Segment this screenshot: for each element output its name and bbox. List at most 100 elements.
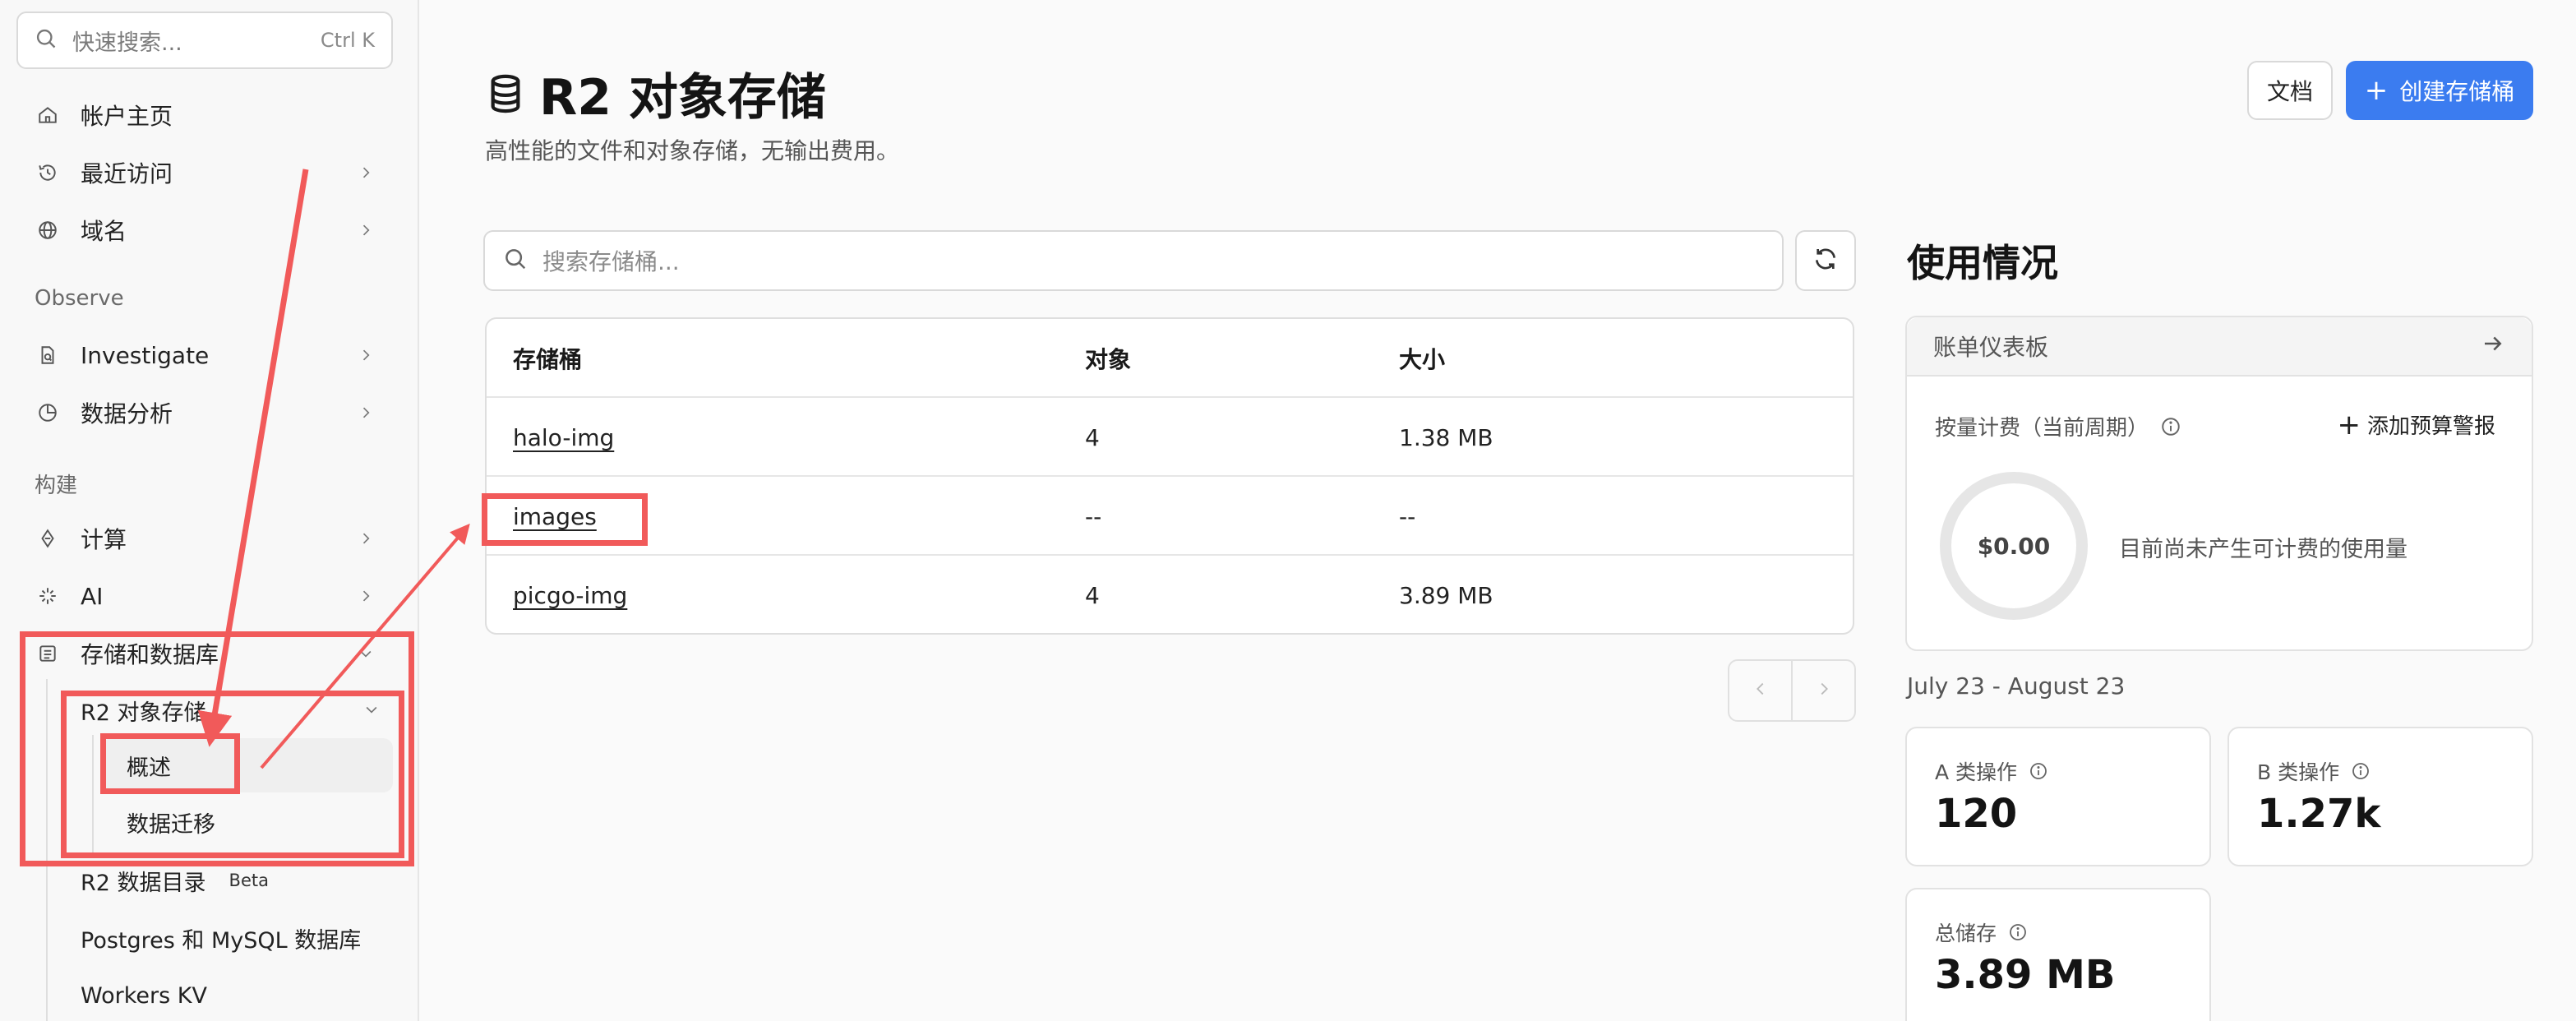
docs-button[interactable]: 文档	[2247, 61, 2333, 120]
stat-card-total-storage: 总储存 3.89 MB	[1905, 888, 2211, 1021]
section-label-build: 构建	[35, 474, 78, 498]
chevron-right-icon	[353, 584, 378, 608]
search-icon	[35, 27, 58, 53]
sidebar-item-label: Postgres 和 MySQL 数据库	[81, 927, 362, 954]
shortcut-hint: Ctrl K	[320, 29, 375, 52]
arrow-right-icon	[2481, 331, 2505, 362]
database-icon	[487, 73, 524, 114]
info-icon[interactable]	[2160, 416, 2181, 437]
sidebar-item-label: 帐户主页	[81, 103, 173, 130]
sidebar-item-ai[interactable]: AI	[33, 573, 378, 619]
sidebar-item-label: 计算	[81, 526, 127, 553]
bucket-objects: --	[1085, 502, 1102, 530]
beta-badge: Beta	[229, 871, 269, 890]
diamond-icon	[33, 524, 62, 553]
bucket-search-placeholder: 搜索存储桶...	[542, 248, 680, 275]
sidebar-item-label: Investigate	[81, 341, 210, 369]
chevron-right-icon	[1815, 680, 1833, 701]
usage-ring: $0.00	[1940, 472, 2088, 620]
home-icon	[33, 100, 62, 130]
pagination	[1728, 659, 1856, 722]
billing-subtitle: 按量计费（当前周期）	[1935, 411, 2181, 441]
sidebar-item-label: 最近访问	[81, 160, 173, 187]
annotation-box-overview	[100, 733, 240, 794]
chevron-right-icon	[353, 400, 378, 425]
table-row[interactable]: halo-img 4 1.38 MB	[487, 398, 1853, 477]
billing-period: July 23 - August 23	[1907, 672, 2126, 700]
stat-value: 3.89 MB	[1935, 952, 2116, 998]
stat-value: 120	[1935, 791, 2018, 837]
pie-chart-icon	[33, 398, 62, 427]
search-icon	[503, 247, 528, 275]
bucket-name-link[interactable]: halo-img	[513, 398, 614, 477]
chevron-left-icon	[1752, 680, 1770, 701]
create-bucket-button[interactable]: + 创建存储桶	[2346, 61, 2533, 120]
sidebar-item-postgres-mysql[interactable]: Postgres 和 MySQL 数据库	[81, 915, 361, 961]
chevron-right-icon	[353, 160, 378, 185]
bucket-size: --	[1399, 502, 1416, 530]
column-header-objects[interactable]: 对象	[1085, 319, 1131, 398]
stat-label: B 类操作	[2257, 756, 2371, 786]
sidebar-item-label: 域名	[81, 218, 127, 245]
stat-label: A 类操作	[1935, 756, 2048, 786]
chevron-right-icon	[353, 526, 378, 551]
chevron-right-icon	[353, 218, 378, 243]
next-page-button[interactable]	[1793, 661, 1854, 720]
billing-card: 账单仪表板 按量计费（当前周期） + 添加预算警报 $0.00 目前尚未产生可计…	[1905, 316, 2533, 651]
usage-title: 使用情况	[1907, 241, 2058, 285]
info-icon[interactable]	[2008, 922, 2028, 942]
history-icon	[33, 158, 62, 187]
sidebar-item-account-home[interactable]: 帐户主页	[33, 92, 378, 138]
sidebar-item-workers-kv[interactable]: Workers KV	[81, 972, 207, 1019]
billing-dashboard-label: 账单仪表板	[1933, 334, 2049, 361]
add-budget-alert-label: 添加预算警报	[2366, 414, 2495, 439]
column-header-bucket[interactable]: 存储桶	[513, 319, 582, 398]
table-header-row: 存储桶 对象 大小	[487, 319, 1853, 398]
sidebar-item-recent[interactable]: 最近访问	[33, 150, 378, 196]
bucket-search-input[interactable]: 搜索存储桶...	[483, 230, 1784, 291]
bucket-table: 存储桶 对象 大小 halo-img 4 1.38 MB images -- -…	[485, 317, 1854, 635]
sidebar-item-analytics[interactable]: 数据分析	[33, 390, 378, 436]
sidebar-item-compute[interactable]: 计算	[33, 515, 378, 561]
page-subtitle: 高性能的文件和对象存储，无输出费用。	[485, 137, 900, 164]
billing-subtitle-text: 按量计费（当前周期）	[1935, 416, 2149, 441]
quick-search-placeholder: 快速搜索...	[72, 30, 182, 56]
document-search-icon	[33, 340, 62, 370]
info-icon[interactable]	[2029, 761, 2048, 781]
table-row[interactable]: images -- --	[487, 477, 1853, 556]
refresh-button[interactable]	[1795, 230, 1856, 291]
refresh-icon	[1812, 246, 1839, 275]
add-budget-alert-button[interactable]: + 添加预算警报	[2337, 409, 2495, 440]
table-row[interactable]: picgo-img 4 3.89 MB	[487, 556, 1853, 633]
no-usage-message: 目前尚未产生可计费的使用量	[2119, 537, 2407, 562]
sidebar-item-label: 数据分析	[81, 400, 173, 427]
sidebar-item-investigate[interactable]: Investigate	[33, 332, 378, 378]
annotation-box-images	[482, 493, 648, 546]
stat-label: 总储存	[1935, 917, 2028, 947]
plus-icon: +	[2337, 408, 2361, 441]
sidebar-item-domains[interactable]: 域名	[33, 207, 378, 253]
stat-card-class-a: A 类操作 120	[1905, 727, 2211, 866]
sidebar-item-label: Workers KV	[81, 982, 207, 1009]
info-icon[interactable]	[2351, 761, 2371, 781]
section-label-observe: Observe	[35, 286, 124, 311]
usage-amount: $0.00	[1977, 532, 2051, 560]
quick-search-input[interactable]: 快速搜索... Ctrl K	[16, 12, 393, 69]
page-title-text: R2 对象存储	[539, 69, 826, 127]
sidebar: 快速搜索... Ctrl K 帐户主页 最近访问 域名 Observe Inve…	[0, 0, 419, 1021]
bucket-objects: 4	[1085, 581, 1100, 609]
billing-dashboard-link[interactable]: 账单仪表板	[1907, 317, 2532, 377]
bucket-size: 3.89 MB	[1399, 581, 1493, 609]
sparkle-icon	[33, 581, 62, 611]
stat-value: 1.27k	[2257, 791, 2381, 837]
chevron-right-icon	[353, 343, 378, 367]
sidebar-item-label: R2 数据目录	[81, 870, 206, 896]
sidebar-item-label: AI	[81, 582, 104, 610]
bucket-name-link[interactable]: picgo-img	[513, 556, 627, 633]
column-header-size[interactable]: 大小	[1399, 319, 1445, 398]
plus-icon: +	[2364, 74, 2389, 107]
stat-label-text: B 类操作	[2257, 760, 2340, 784]
prev-page-button[interactable]	[1729, 661, 1793, 720]
stat-card-class-b: B 类操作 1.27k	[2227, 727, 2533, 866]
bucket-objects: 4	[1085, 423, 1100, 451]
